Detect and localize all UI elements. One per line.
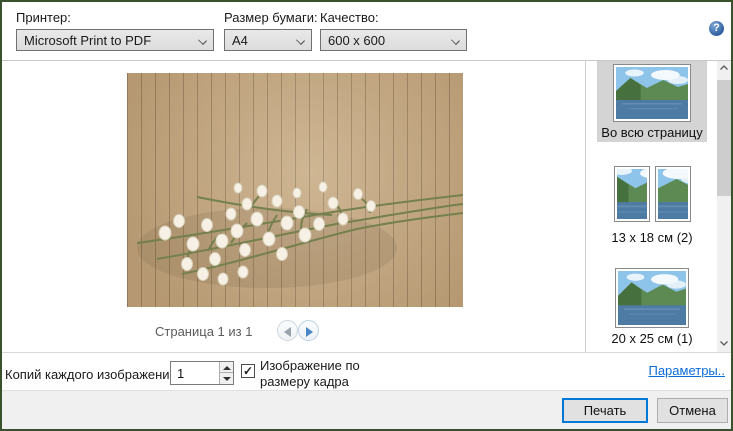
- footer-divider: [2, 352, 731, 353]
- layout-option-label: 20 x 25 см (1): [611, 331, 693, 346]
- next-page-button[interactable]: [298, 320, 319, 341]
- spinner-down-icon[interactable]: [219, 373, 233, 384]
- layout-option-label: Во всю страницу: [601, 125, 703, 140]
- layout-option-full-page[interactable]: Во всю страницу: [597, 61, 707, 142]
- fit-to-frame-checkbox[interactable]: ✓: [241, 364, 255, 378]
- quality-label: Качество:: [320, 10, 379, 25]
- previous-page-button[interactable]: [277, 320, 298, 341]
- panel-divider: [585, 61, 586, 353]
- copies-input[interactable]: [171, 362, 219, 384]
- quality-select[interactable]: 600 x 600: [320, 29, 467, 51]
- layout-option-label: 13 x 18 см (2): [611, 230, 693, 245]
- help-icon[interactable]: ?: [709, 21, 724, 36]
- copies-label: Копий каждого изображения:: [5, 367, 181, 382]
- paper-size-value: A4: [232, 32, 248, 48]
- scroll-up-icon[interactable]: [717, 61, 731, 77]
- print-pictures-dialog: Принтер: Microsoft Print to PDF Размер б…: [0, 0, 733, 431]
- chevron-down-icon: [451, 36, 460, 45]
- print-preview-photo: [127, 73, 463, 307]
- layout-thumbnail: [615, 268, 689, 328]
- options-link[interactable]: Параметры..: [648, 363, 725, 378]
- copies-stepper: [170, 361, 234, 385]
- scroll-down-icon[interactable]: [717, 337, 731, 353]
- quality-value: 600 x 600: [328, 32, 386, 48]
- button-strip: Печать Отмена: [2, 390, 731, 429]
- layout-option-20x25[interactable]: 20 x 25 см (1): [597, 265, 707, 347]
- scrollbar-thumb[interactable]: [717, 80, 731, 196]
- printer-label: Принтер:: [16, 10, 71, 25]
- paper-size-select[interactable]: A4: [224, 29, 312, 51]
- fit-to-frame-label: Изображение по размеру кадра: [260, 358, 360, 389]
- printer-select[interactable]: Microsoft Print to PDF: [16, 29, 214, 51]
- spinner-up-icon[interactable]: [219, 362, 233, 373]
- paper-size-label: Размер бумаги:: [224, 10, 318, 25]
- layout-option-13x18[interactable]: 13 x 18 см (2): [597, 163, 707, 245]
- layout-thumbnail: [613, 166, 691, 222]
- lily-of-the-valley-illustration: [136, 181, 463, 288]
- arrow-left-icon: [284, 326, 291, 337]
- page-status: Страница 1 из 1: [155, 324, 253, 339]
- printer-value: Microsoft Print to PDF: [24, 32, 152, 48]
- cancel-button[interactable]: Отмена: [657, 398, 728, 423]
- arrow-right-icon: [306, 326, 313, 337]
- print-button[interactable]: Печать: [562, 398, 648, 423]
- layout-scrollbar[interactable]: [717, 61, 731, 353]
- chevron-down-icon: [296, 36, 305, 45]
- layout-thumbnail: [613, 64, 691, 122]
- chevron-down-icon: [198, 36, 207, 45]
